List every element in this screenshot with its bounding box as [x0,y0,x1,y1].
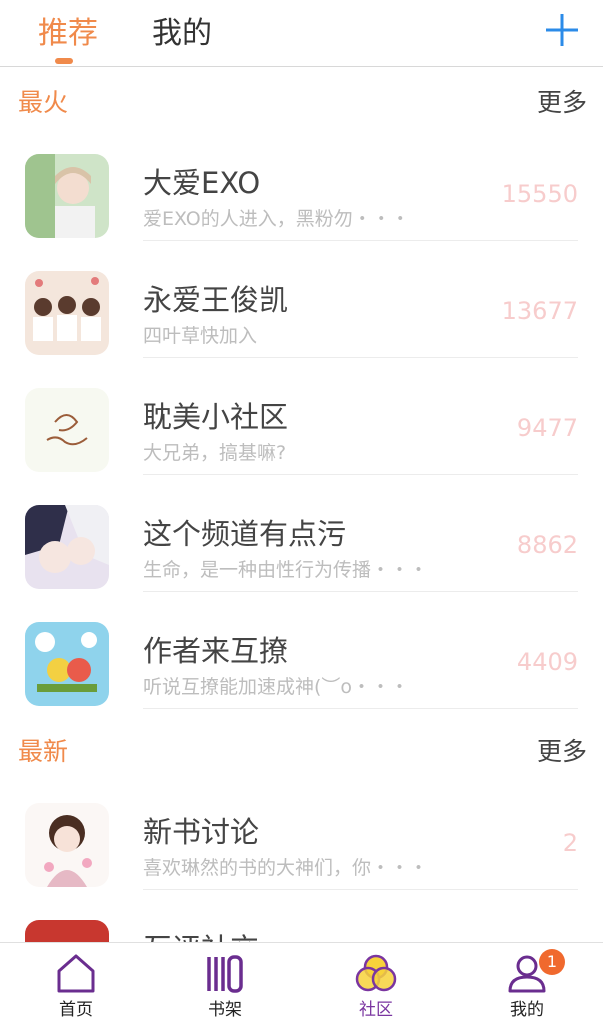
community-title: 新书讨论 [143,815,260,849]
community-title: 永爱王俊凯 [143,283,289,317]
community-item[interactable]: 作者来互撩 听说互撩能加速成神(︶o・・・ 4409 [0,592,603,709]
community-avatar [25,154,109,238]
tab-mine[interactable]: 我的 [152,8,212,52]
divider [143,708,578,709]
nav-bookshelf[interactable]: 书架 [165,943,285,1025]
nav-home[interactable]: 首页 [16,943,136,1025]
bottom-navigation: 首页 书架 社区 1 我的 [0,942,603,1025]
community-item[interactable]: 这个频道有点污 生命，是一种由性行为传播・・・ 8862 [0,475,603,592]
community-item[interactable]: 大爱EXO 爱EXO的人进入，黑粉勿・・・ 15550 [0,124,603,241]
community-desc: 大兄弟，搞基嘛? [143,442,287,464]
community-avatar [25,388,109,472]
community-title: 耽美小社区 [143,400,289,434]
nav-community[interactable]: 社区 [316,943,436,1025]
member-count: 2 [562,829,578,857]
nav-label: 书架 [208,1000,242,1020]
nav-label: 首页 [59,1000,93,1020]
community-desc: 爱EXO的人进入，黑粉勿・・・ [143,208,410,230]
plus-icon[interactable] [544,12,580,48]
community-title: 大爱EXO [143,166,261,200]
community-avatar [25,803,109,887]
top-tab-bar: 推荐 我的 [0,0,603,67]
more-button[interactable]: 更多 [537,83,587,119]
community-avatar [25,271,109,355]
notification-badge: 1 [539,949,565,975]
member-count: 15550 [501,180,578,208]
community-item[interactable]: 耽美小社区 大兄弟，搞基嘛? 9477 [0,358,603,475]
section-header-new: 最新 更多 [0,716,603,780]
bookshelf-icon [207,955,243,993]
section-header-hot: 最火 更多 [0,67,603,131]
tab-recommended[interactable]: 推荐 [38,8,98,52]
community-desc: 四叶草快加入 [143,325,258,347]
nav-label: 社区 [359,1000,393,1020]
active-tab-indicator [55,58,73,64]
community-title: 这个频道有点污 [143,517,347,551]
community-item[interactable]: 新书讨论 喜欢琳然的书的大神们，你・・・ 2 [0,773,603,890]
member-count: 4409 [516,648,578,676]
community-desc: 喜欢琳然的书的大神们，你・・・ [143,857,429,879]
more-button[interactable]: 更多 [537,732,587,768]
member-count: 13677 [501,297,578,325]
section-title: 最新 [18,737,69,766]
section-title: 最火 [18,88,69,117]
community-icon [355,954,397,992]
community-desc: 听说互撩能加速成神(︶o・・・ [143,676,410,698]
community-avatar [25,622,109,706]
member-count: 8862 [516,531,578,559]
community-item[interactable]: 永爱王俊凯 四叶草快加入 13677 [0,241,603,358]
community-avatar [25,505,109,589]
home-icon [57,954,95,993]
nav-label: 我的 [510,1000,544,1020]
community-title: 作者来互撩 [143,634,289,668]
nav-profile[interactable]: 1 我的 [467,943,587,1025]
community-desc: 生命，是一种由性行为传播・・・ [143,559,429,581]
member-count: 9477 [516,414,578,442]
